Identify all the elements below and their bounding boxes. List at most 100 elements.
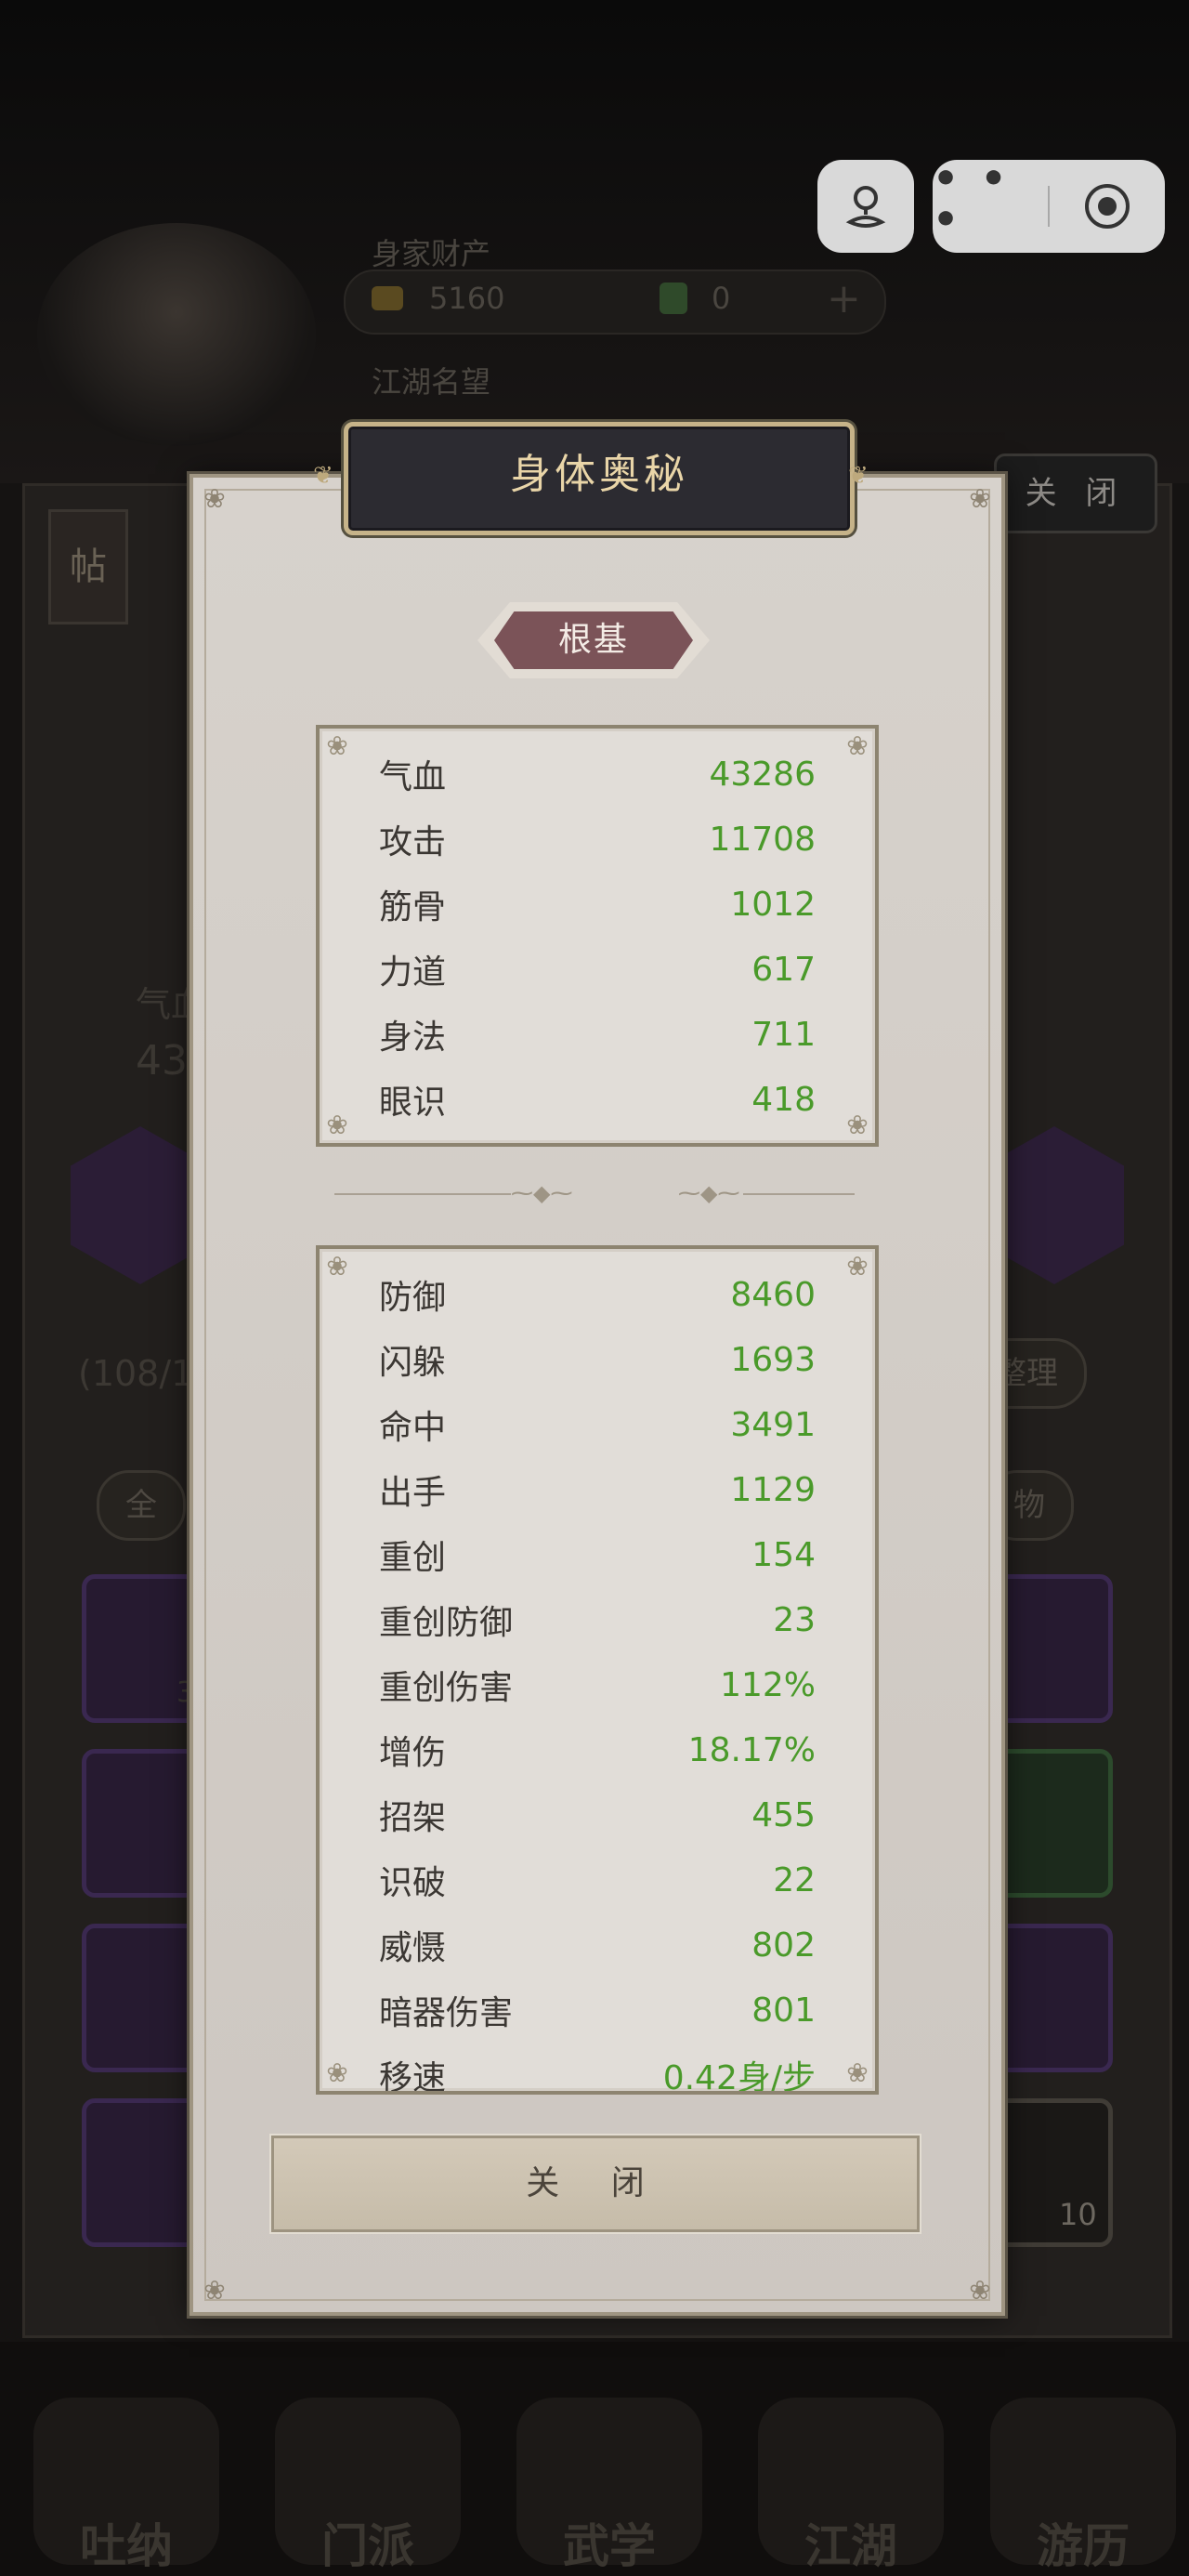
background-item-slot [82, 2098, 203, 2247]
stat-value: 802 [751, 1925, 816, 1965]
background-nav-label: 武学 [563, 2519, 656, 2573]
stat-name: 筋骨 [379, 888, 447, 927]
background-item-slot [992, 1749, 1113, 1898]
stat-value: 154 [751, 1535, 816, 1574]
divider-ornament: ⁓◆⁓ [678, 1180, 740, 1206]
background-gold-value: 0 [712, 281, 731, 316]
post-icon: 帖 [48, 509, 128, 624]
background-nav-label: 江湖 [804, 2519, 897, 2573]
stat-name: 增伤 [379, 1734, 447, 1772]
stat-row: 筋骨 1012 [379, 881, 816, 927]
stat-value: 18.17% [687, 1730, 816, 1769]
corner-ornament: ❀ [969, 2275, 991, 2306]
background-item-slot [992, 1924, 1113, 2072]
stat-row: 力道 617 [379, 946, 816, 992]
stat-name: 闪躲 [379, 1344, 447, 1382]
title-wing-ornament: ❦ [313, 462, 333, 490]
stat-row: 重创伤害 112% [379, 1662, 816, 1708]
stat-name: 识破 [379, 1864, 447, 1902]
stat-row: 移速 0.42身/步 [379, 2052, 816, 2091]
stat-value: 8460 [730, 1275, 816, 1314]
stat-name: 重创防御 [379, 1604, 514, 1642]
stat-value: 3491 [730, 1405, 816, 1444]
close-miniprogram-button[interactable] [1050, 160, 1165, 253]
title-wing-ornament: ❦ [848, 462, 869, 490]
corner-ornament: ❀ [846, 1251, 869, 1281]
combat-stats-panel[interactable]: 防御 8460 闪躲 1693 命中 3491 出手 1129 重创 154 重创防御 23… [316, 1245, 879, 2095]
stat-name: 命中 [379, 1409, 447, 1447]
stat-row: 闪躲 1693 [379, 1336, 816, 1383]
corner-ornament: ❀ [203, 2275, 226, 2306]
stat-name: 重创伤害 [379, 1669, 514, 1707]
background-filter-all: 全 [97, 1470, 186, 1541]
base-stats-panel: ❀ ❀ ❀ ❀ 气血 43286 攻击 11708 筋骨 1012 力道 617 身法 7… [316, 725, 879, 1147]
stat-value: 11708 [709, 820, 816, 859]
stat-value: 617 [751, 950, 816, 989]
stat-value: 711 [751, 1015, 816, 1054]
stat-value: 112% [720, 1665, 816, 1704]
stat-row: 识破 22 [379, 1857, 816, 1903]
corner-ornament: ❀ [846, 730, 869, 761]
record-icon [1085, 184, 1130, 229]
corner-ornament: ❀ [326, 1110, 348, 1140]
background-item-slot [82, 1924, 203, 2072]
share-pin-button[interactable] [817, 160, 914, 253]
background-copper-value: 5160 [429, 281, 505, 316]
capsule-menu: • • • [933, 159, 1165, 253]
pin-icon [845, 186, 886, 228]
stat-name: 身法 [379, 1019, 447, 1057]
corner-ornament: ❀ [326, 2057, 348, 2088]
corner-ornament: ❀ [846, 1110, 869, 1140]
stat-name: 威慑 [379, 1929, 447, 1967]
background-wealth-bar [344, 269, 886, 335]
stat-row: 气血 43286 [379, 751, 816, 797]
corner-ornament: ❀ [326, 730, 348, 761]
copper-icon [372, 286, 403, 310]
more-options-button[interactable]: • • • [933, 159, 1048, 253]
close-button[interactable]: 关 闭 [271, 2136, 920, 2232]
stat-name: 移速 [379, 2059, 447, 2091]
background-nav-label: 门派 [321, 2519, 414, 2573]
stat-row: 重创 154 [379, 1531, 816, 1578]
background-stat-value: 43 [136, 1037, 188, 1084]
dialog-title: 身体奥秘 [510, 451, 688, 498]
stat-row: 暗器伤害 801 [379, 1987, 816, 2033]
stat-name: 眼识 [379, 1084, 447, 1122]
background-item-count: 10 [1059, 2197, 1097, 2232]
stat-row: 招架 455 [379, 1792, 816, 1838]
background-fame-title: 江湖名望 [372, 364, 491, 400]
corner-ornament: ❀ [326, 1251, 348, 1281]
gem-icon [660, 283, 687, 314]
stat-value: 1693 [730, 1340, 816, 1379]
corner-ornament: ❀ [203, 483, 226, 514]
stat-name: 力道 [379, 953, 447, 992]
tab-foundation[interactable]: 根基 [477, 602, 710, 678]
stat-name: 出手 [379, 1474, 447, 1512]
tab-foundation-label: 根基 [557, 621, 629, 659]
stat-value: 801 [751, 1991, 816, 2030]
stat-row: 攻击 11708 [379, 816, 816, 862]
dialog-title-plate: ❦ ❦ 身体奥秘 [313, 422, 869, 535]
background-item-slot [992, 1574, 1113, 1723]
section-divider: ⁓◆⁓ ⁓◆⁓ [325, 1180, 864, 1208]
stat-name: 招架 [379, 1799, 447, 1837]
stat-row: 出手 1129 [379, 1466, 816, 1513]
stat-value: 418 [751, 1080, 816, 1119]
corner-ornament: ❀ [969, 483, 991, 514]
stat-name: 防御 [379, 1279, 447, 1317]
background-nav-label: 吐纳 [80, 2519, 173, 2573]
stat-row: 眼识 418 [379, 1076, 816, 1123]
stat-row: 重创防御 23 [379, 1597, 816, 1643]
plus-icon: + [827, 275, 861, 322]
divider-line [743, 1193, 855, 1195]
stat-value: 1129 [730, 1470, 816, 1509]
background-nav-label: 游历 [1037, 2519, 1130, 2573]
corner-ornament: ❀ [846, 2057, 869, 2088]
background-item-slot [82, 1749, 203, 1898]
combat-stats-scroll[interactable]: 防御 8460 闪躲 1693 命中 3491 出手 1129 重创 154 重创防御 23… [320, 1249, 875, 2092]
stat-value: 0.42身/步 [662, 2059, 816, 2091]
stat-value: 22 [773, 1860, 816, 1899]
stat-name: 重创 [379, 1539, 447, 1577]
stat-row: 身法 711 [379, 1011, 816, 1058]
stat-name: 攻击 [379, 823, 447, 861]
